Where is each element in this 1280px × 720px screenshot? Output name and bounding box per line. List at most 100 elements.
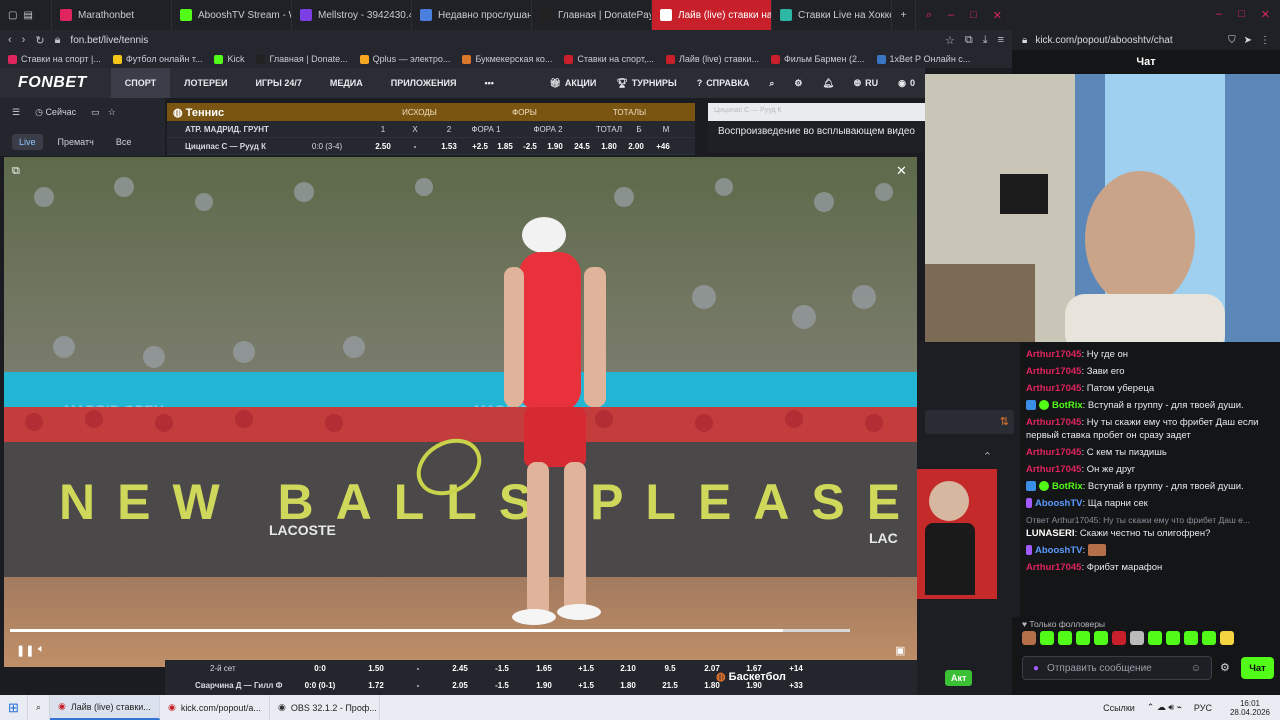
start-button[interactable]: ⊞ bbox=[0, 695, 28, 720]
emote-icon[interactable] bbox=[1094, 631, 1108, 645]
chat-input[interactable]: ● Отправить сообщение ☺ bbox=[1022, 656, 1212, 680]
nav-games[interactable]: ИГРЫ 24/7 bbox=[241, 68, 315, 98]
emote-icon[interactable] bbox=[1184, 631, 1198, 645]
bookmark-item[interactable]: Фильм Бармен (2... bbox=[770, 54, 865, 64]
chat-username[interactable]: AbooshTV bbox=[1035, 545, 1083, 556]
odds-cell[interactable]: +46 bbox=[651, 142, 675, 151]
chat-settings-gear-icon[interactable]: ⚙ bbox=[1220, 661, 1230, 674]
browser-tab[interactable]: Главная | DonatePay bbox=[532, 0, 652, 30]
forward-icon[interactable]: › bbox=[22, 34, 26, 46]
odds-cell[interactable]: 21.5 bbox=[649, 681, 691, 690]
nav-media[interactable]: МЕДИА bbox=[316, 68, 377, 98]
emote-icon[interactable] bbox=[1112, 631, 1126, 645]
odds-cell[interactable]: -2.5 bbox=[517, 142, 543, 151]
close-video-icon[interactable]: ✕ bbox=[896, 163, 907, 179]
search-icon[interactable]: ⌕ bbox=[28, 695, 50, 720]
pause-icon[interactable]: ❚❚ bbox=[16, 644, 34, 657]
kebab-menu-icon[interactable]: ⋮ bbox=[1260, 35, 1270, 46]
odds-cell[interactable]: 1.80 bbox=[597, 142, 621, 151]
taskbar-app[interactable]: ◉ Лайв (live) ставки... bbox=[49, 695, 160, 720]
download-icon[interactable]: ⤓ bbox=[983, 34, 988, 47]
chat-send-button[interactable]: Чат bbox=[1241, 657, 1274, 679]
browser-tab[interactable]: Ставки Live на Хоккей bbox=[772, 0, 892, 30]
browser-tab[interactable]: Marathonbet bbox=[52, 0, 172, 30]
collapse-chevron-icon[interactable]: ⌃ bbox=[917, 450, 1022, 465]
bookmark-item[interactable]: Ставки на спорт,... bbox=[564, 54, 654, 64]
emote-icon[interactable] bbox=[1202, 631, 1216, 645]
chat-username[interactable]: Arthur17045 bbox=[1026, 464, 1081, 475]
fullscreen-icon[interactable]: ▣ bbox=[895, 644, 905, 657]
filter-menu-icon[interactable]: ☰ bbox=[12, 107, 20, 118]
match-name[interactable]: Сварчина Д — Гилл Ф bbox=[165, 681, 285, 690]
search-icon[interactable]: ⌕ bbox=[926, 9, 932, 22]
odds-cell[interactable]: 1.85 bbox=[493, 142, 517, 151]
fonbet-logo[interactable]: FONBET bbox=[0, 74, 111, 92]
back-icon[interactable]: ‹ bbox=[8, 34, 12, 46]
favorite-star-icon[interactable]: ☆ bbox=[108, 107, 116, 118]
match-row[interactable]: 2-й сет 0:0 1.50-2.45 -1.5 1.65 +1.5 2.10 9.5 2… bbox=[165, 660, 917, 677]
chat-username[interactable]: Arthur17045 bbox=[1026, 562, 1081, 573]
chat-username[interactable]: Arthur17045 bbox=[1026, 417, 1081, 428]
odds-cell[interactable]: - bbox=[397, 664, 439, 673]
chat-username[interactable]: LUNASERI bbox=[1026, 528, 1075, 539]
odds-cell[interactable]: +1.5 bbox=[565, 681, 607, 690]
tab-menu-icon[interactable]: ▢ bbox=[8, 10, 17, 21]
clock[interactable]: 16:01 28.04.2026 bbox=[1220, 699, 1280, 717]
tray-icons[interactable]: ⌃ ☁ 🔊︎ ⌁ bbox=[1143, 702, 1186, 713]
input-language[interactable]: РУС bbox=[1186, 703, 1220, 713]
bookmark-star-icon[interactable]: ☆ bbox=[945, 34, 955, 47]
emoji-icon[interactable]: ☺ bbox=[1191, 663, 1201, 674]
browser-tab[interactable]: AbooshTV Stream - We bbox=[172, 0, 292, 30]
url-input[interactable]: fon.bet/live/tennis bbox=[70, 35, 148, 46]
odds-cell[interactable]: 1.80 bbox=[607, 681, 649, 690]
shield-icon[interactable]: ⛉ bbox=[1228, 35, 1236, 46]
minimize-icon[interactable]: – bbox=[948, 9, 954, 22]
sort-icon[interactable]: ⇅ bbox=[925, 410, 1014, 434]
odds-cell[interactable]: 0:0 (0-1) bbox=[285, 681, 355, 690]
odds-cell[interactable]: -1.5 bbox=[481, 664, 523, 673]
new-tab-button[interactable]: + bbox=[892, 0, 916, 30]
close-icon[interactable]: ✕ bbox=[1261, 8, 1270, 22]
odds-cell[interactable]: 1.65 bbox=[523, 664, 565, 673]
taskbar-app[interactable]: ◉ OBS 32.1.2 - Проф... bbox=[270, 695, 380, 720]
settings-gear-icon[interactable]: ⚙ bbox=[784, 78, 812, 89]
tab-group-icon[interactable]: ▤ bbox=[23, 10, 32, 21]
chat-username[interactable]: AbooshTV bbox=[1035, 498, 1083, 509]
browser-tab[interactable]: Лайв (live) ставки на bbox=[652, 0, 772, 30]
browser-tab[interactable]: Mellstroy - 3942430.4€ bbox=[292, 0, 412, 30]
match-row[interactable]: Сварчина Д — Гилл Ф 0:0 (0-1) 1.72-2.05 -1… bbox=[165, 677, 917, 694]
minimize-icon[interactable]: – bbox=[1216, 8, 1222, 22]
chat-username[interactable]: Arthur17045 bbox=[1026, 366, 1081, 377]
col-handicaps[interactable]: ФОРЫ bbox=[472, 108, 577, 117]
emote-icon[interactable] bbox=[1040, 631, 1054, 645]
match-name[interactable]: Циципас С — Рууд К bbox=[167, 142, 287, 151]
emote-icon[interactable] bbox=[1130, 631, 1144, 645]
pip-icon[interactable]: ⧉ bbox=[12, 165, 20, 178]
odds-cell[interactable]: 2.45 bbox=[439, 664, 481, 673]
tournaments-link[interactable]: 🏆︎ ТУРНИРЫ bbox=[606, 78, 686, 89]
bookmark-item[interactable]: Ставки на спорт |... bbox=[8, 54, 101, 64]
balance[interactable]: ◉ 0 bbox=[888, 78, 925, 89]
filter-all[interactable]: Все bbox=[109, 134, 139, 150]
help-link[interactable]: ? СПРАВКА bbox=[687, 78, 760, 88]
emote-icon[interactable] bbox=[1058, 631, 1072, 645]
filter-prematch[interactable]: Прематч bbox=[51, 134, 101, 150]
odds-cell[interactable]: 1.72 bbox=[355, 681, 397, 690]
col-totals[interactable]: ТОТАЛЫ bbox=[577, 108, 682, 117]
close-icon[interactable]: ✕ bbox=[993, 9, 1002, 22]
chat-username[interactable]: BotRix bbox=[1052, 400, 1083, 411]
nav-apps[interactable]: ПРИЛОЖЕНИЯ bbox=[377, 68, 471, 98]
bookmark-item[interactable]: Букмекерская ко... bbox=[462, 54, 552, 64]
chat-username[interactable]: Arthur17045 bbox=[1026, 447, 1081, 458]
match-row[interactable]: Циципас С — Рууд К 0:0 (3-4) 2.50-1.53 +2… bbox=[167, 138, 695, 155]
browser-menu-icon[interactable]: ≡ bbox=[998, 34, 1004, 46]
nav-sport[interactable]: СПОРТ bbox=[110, 68, 171, 98]
volume-icon[interactable]: 🔈︎ bbox=[38, 643, 45, 656]
bookmark-item[interactable]: Лайв (live) ставки... bbox=[665, 54, 759, 64]
chat-username[interactable]: Arthur17045 bbox=[1026, 383, 1081, 394]
bookmark-item[interactable]: 1xBet Р Онлайн с... bbox=[876, 54, 970, 64]
basketball-section[interactable]: ◍ Баскетбол bbox=[716, 670, 786, 683]
kick-url[interactable]: kick.com/popout/abooshtv/chat bbox=[1035, 35, 1172, 46]
reload-icon[interactable]: ↻ bbox=[35, 34, 44, 47]
sport-title[interactable]: ◍ Теннис bbox=[167, 106, 367, 119]
